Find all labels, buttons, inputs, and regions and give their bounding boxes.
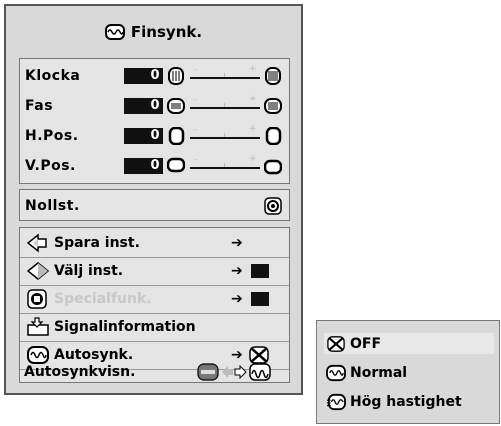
adjust-row-phase[interactable]: Fas 0 – + <box>20 93 289 119</box>
slider-plus: + <box>248 124 257 134</box>
reset-item[interactable]: Nollst. <box>20 193 289 219</box>
option-off[interactable]: OFF <box>324 333 494 354</box>
auto-sync-label: Autosynk. <box>54 347 134 363</box>
wave-display-icon <box>249 363 271 381</box>
toggle-arrows-icon <box>222 365 247 379</box>
vpos-label: V.Pos. <box>25 158 76 174</box>
arrow-right-icon: ➔ <box>231 263 243 279</box>
select-settings-label: Välj inst. <box>54 263 124 279</box>
hpos-value[interactable]: 0 <box>124 128 163 144</box>
save-setting-icon <box>27 233 47 253</box>
menu-title-text: Finsynk. <box>130 23 203 41</box>
arrow-right-icon: ➔ <box>231 347 243 363</box>
reset-row[interactable]: Nollst. <box>19 189 290 221</box>
clock-slider[interactable]: – + <box>190 64 260 83</box>
option-high-speed[interactable]: Hög hastighet <box>324 391 494 412</box>
slider-plus: + <box>248 64 257 74</box>
slider-minus: – <box>193 65 198 75</box>
save-settings-label: Spara inst. <box>54 235 140 251</box>
option-normal-label: Normal <box>350 364 408 381</box>
special-mode-label: Specialfunk. <box>54 291 152 307</box>
menu-title: Finsynk. <box>6 6 301 58</box>
arrow-right-icon: ➔ <box>231 291 243 307</box>
select-settings-item[interactable]: Välj inst. ➔ <box>20 258 289 284</box>
fine-sync-icon <box>104 24 125 40</box>
auto-sync-display-label: Autosynkvisn. <box>24 364 136 380</box>
fine-sync-menu: Finsynk. Klocka 0 – + Fas 0 – + H.Pos. 0 –… <box>4 4 303 395</box>
special-mode-icon <box>27 289 47 309</box>
signal-info-icon <box>27 317 49 336</box>
adjust-row-clock[interactable]: Klocka 0 – + <box>20 63 289 89</box>
save-settings-item[interactable]: Spara inst. ➔ <box>20 230 289 256</box>
slider-track <box>190 107 260 109</box>
hpos-right-icon <box>265 127 282 145</box>
setting-slot-indicator <box>251 264 269 278</box>
option-off-label: OFF <box>350 335 382 352</box>
signal-info-label: Signalinformation <box>54 319 196 335</box>
reset-label: Nollst. <box>25 198 80 214</box>
arrow-right-icon: ➔ <box>231 235 243 251</box>
hpos-left-icon <box>168 127 185 145</box>
clock-wide-icon <box>265 67 281 85</box>
reset-icon[interactable] <box>264 197 282 215</box>
auto-sync-submenu: OFF Normal Hög hastighet <box>316 320 500 424</box>
slider-plus: + <box>248 94 257 104</box>
phase-value[interactable]: 0 <box>124 98 163 114</box>
auto-sync-normal-icon <box>326 364 346 381</box>
slider-plus: + <box>248 154 257 164</box>
phase-low-icon <box>167 98 185 114</box>
slider-track <box>190 167 260 169</box>
clock-narrow-icon <box>168 67 184 85</box>
slider-minus: – <box>193 95 198 105</box>
vpos-down-icon <box>264 159 282 175</box>
auto-sync-display-row[interactable]: Autosynkvisn. <box>19 362 290 384</box>
phase-slider[interactable]: – + <box>190 94 260 113</box>
option-normal[interactable]: Normal <box>324 362 494 383</box>
signal-info-item[interactable]: Signalinformation <box>20 314 289 340</box>
vpos-up-icon <box>167 157 185 173</box>
vpos-value[interactable]: 0 <box>124 158 163 174</box>
select-setting-icon <box>27 262 49 280</box>
slider-minus: – <box>193 125 198 135</box>
function-list: Spara inst. ➔ Välj inst. ➔ Specialfunk. … <box>19 227 290 383</box>
slider-track <box>190 137 260 139</box>
vpos-slider[interactable]: – + <box>190 154 260 173</box>
clock-label: Klocka <box>25 68 81 84</box>
hpos-label: H.Pos. <box>25 128 79 144</box>
adjust-row-vpos[interactable]: V.Pos. 0 – + <box>20 153 289 179</box>
special-mode-item: Specialfunk. ➔ <box>20 286 289 312</box>
sharp-logo-icon <box>197 363 219 381</box>
slider-track <box>190 77 260 79</box>
adjust-row-hpos[interactable]: H.Pos. 0 – + <box>20 123 289 149</box>
setting-slot-indicator <box>251 292 269 306</box>
adjust-panel: Klocka 0 – + Fas 0 – + H.Pos. 0 – + V.Pos. … <box>19 58 290 184</box>
phase-high-icon <box>264 98 282 114</box>
auto-sync-high-speed-icon <box>327 393 346 410</box>
slider-minus: – <box>193 155 198 165</box>
option-high-speed-label: Hög hastighet <box>350 393 462 410</box>
hpos-slider[interactable]: – + <box>190 124 260 143</box>
clock-value[interactable]: 0 <box>124 68 163 84</box>
phase-label: Fas <box>25 98 54 114</box>
auto-sync-off-icon <box>327 335 345 352</box>
